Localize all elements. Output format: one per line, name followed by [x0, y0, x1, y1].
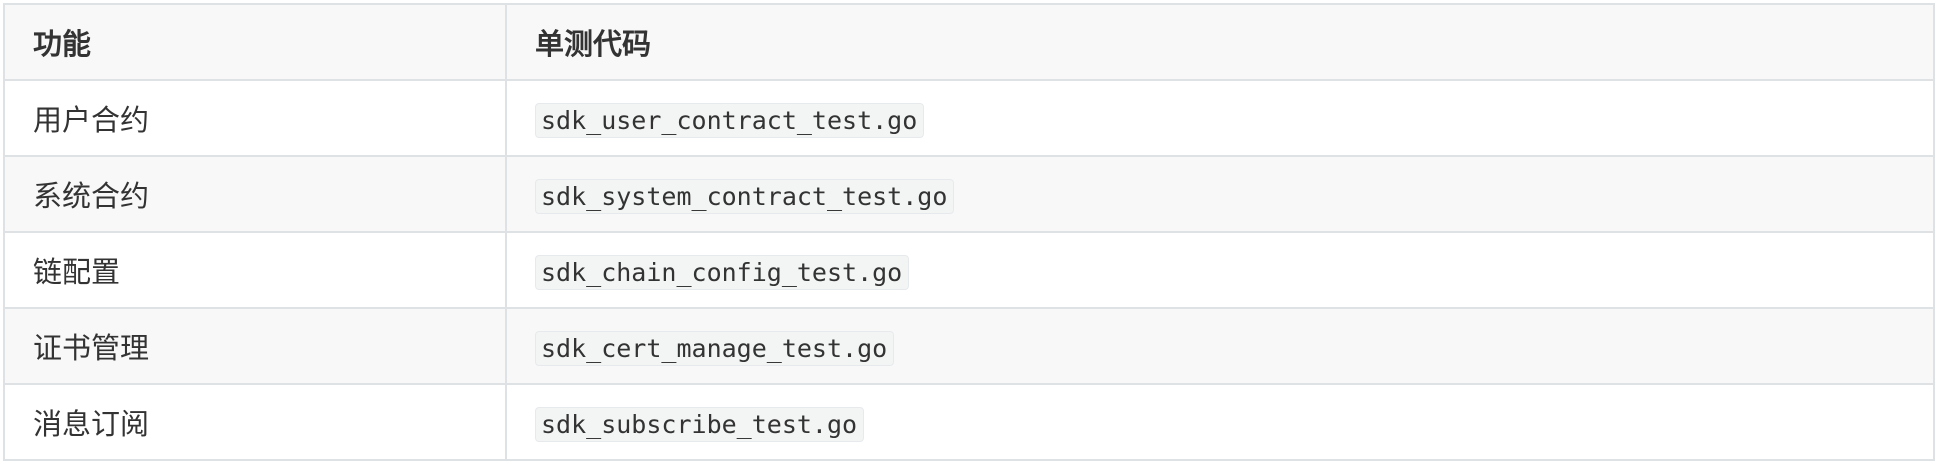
feature-cell: 用户合约: [3, 79, 507, 157]
table-row: 用户合约 sdk_user_contract_test.go: [3, 79, 1935, 157]
test-code-cell: sdk_user_contract_test.go: [505, 79, 1935, 157]
feature-cell: 系统合约: [3, 155, 507, 233]
document-container: 功能 单测代码 用户合约 sdk_user_contract_test.go 系…: [3, 3, 1935, 461]
test-code-cell: sdk_subscribe_test.go: [505, 383, 1935, 461]
column-header-test-code: 单测代码: [505, 3, 1935, 81]
test-file-code: sdk_subscribe_test.go: [535, 407, 865, 442]
test-file-code: sdk_user_contract_test.go: [535, 103, 925, 138]
table-header: 功能 单测代码: [3, 3, 1935, 81]
table-row: 证书管理 sdk_cert_manage_test.go: [3, 307, 1935, 385]
column-header-feature: 功能: [3, 3, 507, 81]
test-file-code: sdk_system_contract_test.go: [535, 179, 955, 214]
feature-test-table: 功能 单测代码 用户合约 sdk_user_contract_test.go 系…: [3, 3, 1935, 461]
test-file-code: sdk_cert_manage_test.go: [535, 331, 895, 366]
test-file-code: sdk_chain_config_test.go: [535, 255, 910, 290]
table-row: 消息订阅 sdk_subscribe_test.go: [3, 383, 1935, 461]
header-row: 功能 单测代码: [3, 3, 1935, 81]
test-code-cell: sdk_cert_manage_test.go: [505, 307, 1935, 385]
feature-cell: 证书管理: [3, 307, 507, 385]
table-row: 系统合约 sdk_system_contract_test.go: [3, 155, 1935, 233]
table-row: 链配置 sdk_chain_config_test.go: [3, 231, 1935, 309]
feature-cell: 链配置: [3, 231, 507, 309]
test-code-cell: sdk_chain_config_test.go: [505, 231, 1935, 309]
test-code-cell: sdk_system_contract_test.go: [505, 155, 1935, 233]
feature-cell: 消息订阅: [3, 383, 507, 461]
table-body: 用户合约 sdk_user_contract_test.go 系统合约 sdk_…: [3, 79, 1935, 461]
